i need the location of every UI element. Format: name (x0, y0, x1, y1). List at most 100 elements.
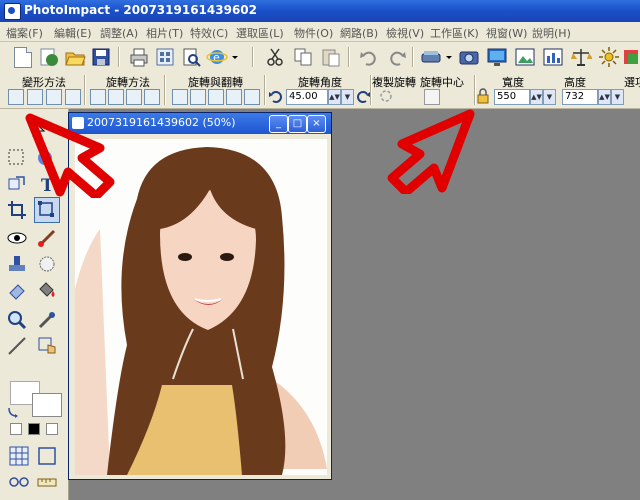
rotate-move-icon[interactable] (144, 89, 160, 105)
chart-icon[interactable] (542, 46, 564, 68)
menu-view[interactable]: 檢視(V) (386, 25, 424, 41)
maximize-button[interactable]: □ (288, 115, 307, 133)
menu-workspace[interactable]: 工作區(K) (430, 25, 479, 41)
flip-vertical-icon[interactable] (244, 89, 260, 105)
width-input[interactable]: 550 (494, 89, 530, 105)
transform-perspective-icon[interactable] (65, 89, 81, 105)
chevron-down-icon[interactable] (444, 46, 454, 68)
rotate-method-label: 旋轉方法 (106, 76, 150, 89)
menu-edit[interactable]: 編輯(E) (54, 25, 92, 41)
white-swatch[interactable] (10, 423, 22, 435)
image-layer-icon[interactable] (514, 46, 536, 68)
app-title-bar: PhotoImpact - 2007319161439602 (0, 0, 640, 22)
background-color-swatch[interactable] (32, 393, 62, 417)
rotate-ccw-icon[interactable] (268, 88, 284, 104)
copy-icon[interactable] (292, 46, 314, 68)
angle-spin-button[interactable]: ▲▼ (328, 89, 341, 105)
crop-tool-icon[interactable] (6, 199, 28, 221)
open-folder-icon[interactable] (64, 46, 86, 68)
transform-slant-icon[interactable] (27, 89, 43, 105)
annotation-arrow-left (25, 113, 115, 198)
options-label: 選項 (624, 76, 640, 89)
height-input[interactable]: 732 (562, 89, 598, 105)
eyedropper-icon[interactable] (36, 309, 58, 331)
menu-effects[interactable]: 特效(C) (190, 25, 228, 41)
duplicate-rotate-icon[interactable] (378, 88, 396, 104)
batch-icon[interactable] (154, 46, 176, 68)
transform-method-label: 變形方法 (22, 76, 66, 89)
rotate-right-icon[interactable] (190, 89, 206, 105)
balance-scale-icon[interactable] (570, 46, 593, 68)
rotate-angle-input[interactable]: 45.00 (286, 89, 328, 105)
eraser-icon[interactable] (6, 279, 28, 301)
rotate-center-icon[interactable] (424, 89, 440, 105)
chevron-down-icon[interactable] (230, 46, 240, 68)
flip-horizontal-icon[interactable] (226, 89, 242, 105)
minimize-button[interactable]: _ (269, 115, 288, 133)
rotate-angle-label: 旋轉角度 (298, 76, 342, 89)
clone-stamp-icon[interactable] (6, 253, 28, 275)
grid-icon[interactable] (8, 445, 30, 467)
rotate-box-icon[interactable] (126, 89, 142, 105)
rotate-180-icon[interactable] (208, 89, 224, 105)
height-dropdown-button[interactable]: ▼ (611, 89, 624, 105)
frame-icon[interactable] (36, 445, 58, 467)
monitor-icon[interactable] (486, 46, 508, 68)
camera-icon[interactable] (458, 46, 480, 68)
rotate-cw-icon[interactable] (355, 88, 371, 104)
ie-browser-icon[interactable]: e (206, 46, 228, 68)
brightness-icon[interactable] (598, 46, 620, 68)
menu-adjust[interactable]: 調整(A) (100, 25, 138, 41)
rotate-free-icon[interactable] (90, 89, 106, 105)
palette-icon[interactable] (622, 46, 640, 68)
paste-icon[interactable] (320, 46, 342, 68)
scanner-icon[interactable] (420, 46, 442, 68)
black-swatch[interactable] (28, 423, 40, 435)
zoom-tool-icon[interactable] (6, 309, 28, 331)
redo-icon[interactable] (386, 46, 408, 68)
menu-selection[interactable]: 選取區(L) (236, 25, 284, 41)
standard-toolbar: e (0, 42, 640, 73)
new-file-icon[interactable] (14, 47, 32, 68)
height-spin-button[interactable]: ▲▼ (598, 89, 611, 105)
width-dropdown-button[interactable]: ▼ (543, 89, 556, 105)
menu-photo[interactable]: 相片(T) (146, 25, 183, 41)
deform-tool-icon[interactable] (34, 197, 60, 223)
view-glasses-icon[interactable] (8, 471, 30, 493)
print-preview-icon[interactable] (180, 46, 202, 68)
cut-icon[interactable] (264, 46, 286, 68)
print-icon[interactable] (128, 46, 150, 68)
paintbrush-icon[interactable] (36, 227, 58, 249)
photoimpact-app-icon[interactable] (4, 3, 21, 20)
new-web-icon[interactable] (38, 46, 60, 68)
menu-object[interactable]: 物件(O) (294, 25, 333, 41)
width-spin-button[interactable]: ▲▼ (530, 89, 543, 105)
transform-distort-icon[interactable] (46, 89, 62, 105)
height-label: 高度 (564, 76, 586, 89)
undo-icon[interactable] (358, 46, 380, 68)
retouch-tool-icon[interactable] (36, 253, 58, 275)
menu-file[interactable]: 檔案(F) (6, 25, 43, 41)
swap-colors-icon[interactable] (6, 405, 20, 419)
angle-dropdown-button[interactable]: ▼ (341, 89, 354, 105)
menu-web[interactable]: 網路(B) (340, 25, 378, 41)
ruler-icon[interactable] (36, 471, 58, 493)
annotation-arrow-right (387, 109, 475, 194)
transform-rotate-icon[interactable] (8, 89, 24, 105)
menu-window[interactable]: 視窗(W) (486, 25, 527, 41)
hand-tool-icon[interactable] (36, 335, 58, 357)
red-eye-tool-icon[interactable] (6, 227, 28, 249)
menu-bar: 檔案(F) 編輯(E) 調整(A) 相片(T) 特效(C) 選取區(L) 物件(… (0, 22, 640, 42)
close-button[interactable]: × (307, 115, 326, 133)
fill-tool-icon[interactable] (36, 279, 58, 301)
lock-icon[interactable] (476, 88, 490, 104)
default-colors-swatch[interactable] (46, 423, 58, 435)
rotate-center-label: 旋轉中心 (420, 76, 464, 89)
width-label: 寬度 (502, 76, 524, 89)
save-icon[interactable] (90, 46, 112, 68)
rotate-flip-icon[interactable] (108, 89, 124, 105)
app-title: PhotoImpact - 2007319161439602 (24, 3, 257, 17)
line-tool-icon[interactable] (6, 335, 28, 357)
menu-help[interactable]: 說明(H) (532, 25, 571, 41)
rotate-left-icon[interactable] (172, 89, 188, 105)
